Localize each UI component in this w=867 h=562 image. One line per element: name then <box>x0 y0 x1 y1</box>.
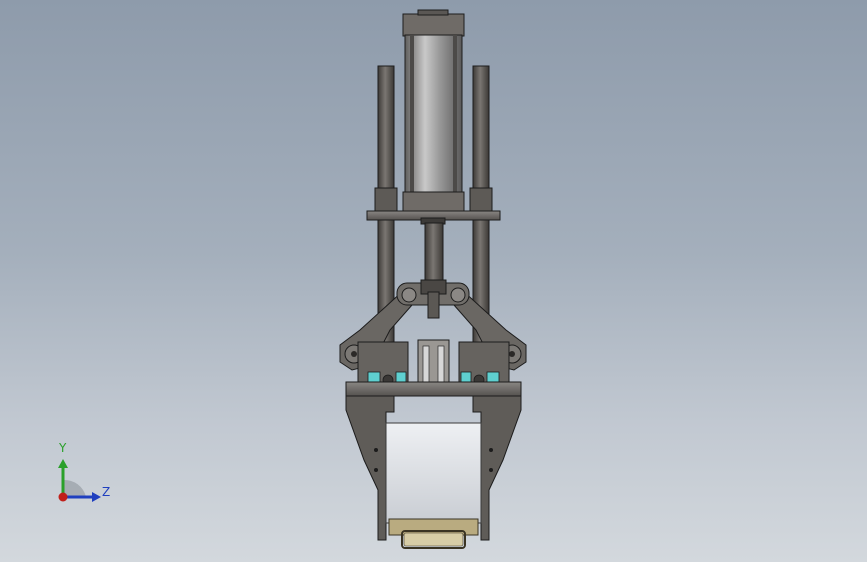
cylinder-top-cap <box>402 9 465 37</box>
pneumatic-cylinder <box>404 34 463 194</box>
right-bearing-housing <box>458 341 510 386</box>
bottom-tray <box>388 518 479 549</box>
gripper-assembly-model[interactable] <box>0 0 867 562</box>
rod-nuts <box>379 395 488 406</box>
axis-y-label: Y <box>59 441 67 455</box>
cad-viewport[interactable]: Y Z <box>0 0 867 562</box>
linkage-plate <box>396 279 470 319</box>
cylinder-bottom-cap <box>402 191 465 213</box>
coordinate-triad-icon <box>58 459 101 502</box>
axis-z-label: Z <box>102 485 111 499</box>
left-bearing-housing <box>357 341 409 386</box>
base-plate <box>345 381 522 397</box>
piston-rod <box>424 222 444 286</box>
workpiece-block <box>385 422 482 524</box>
